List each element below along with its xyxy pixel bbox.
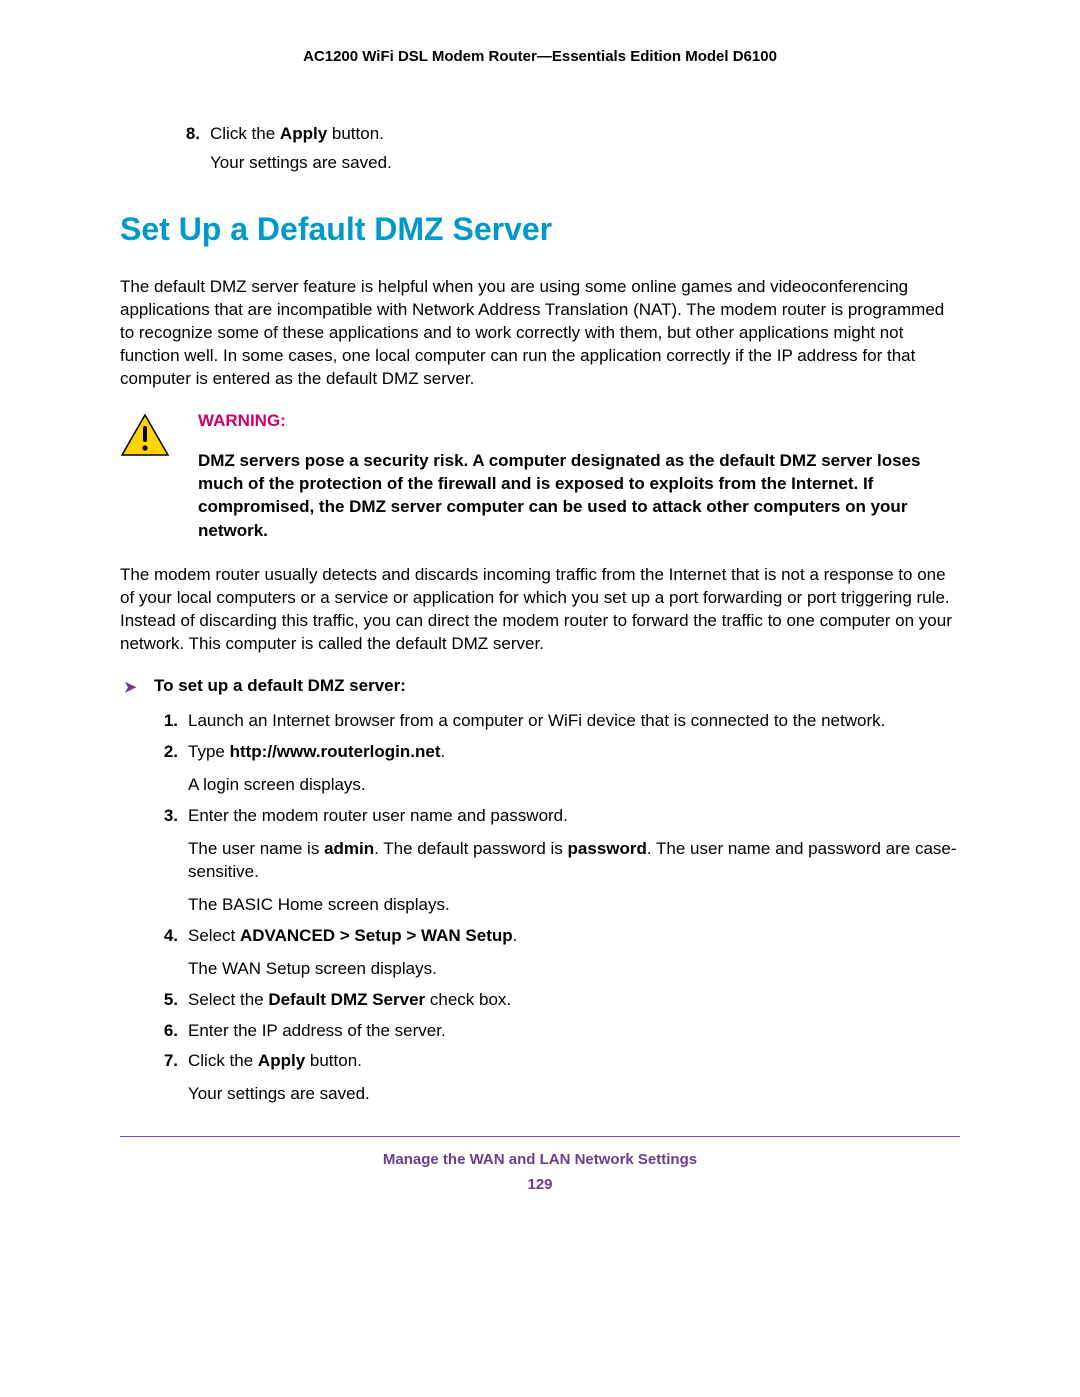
step-result: The WAN Setup screen displays. xyxy=(188,958,960,981)
text: Select the xyxy=(188,990,268,1009)
warning-icon-container xyxy=(120,411,198,543)
procedure-intro: ➤ To set up a default DMZ server: xyxy=(120,676,960,696)
warning-text: DMZ servers pose a security risk. A comp… xyxy=(198,449,960,543)
warning-label: WARNING: xyxy=(198,411,960,431)
step-number: 3. xyxy=(154,805,178,917)
bold-text: http://www.routerlogin.net xyxy=(230,742,441,761)
document-page: AC1200 WiFi DSL Modem Router—Essentials … xyxy=(0,0,1080,1193)
body-paragraph: The modem router usually detects and dis… xyxy=(120,564,960,656)
bold-text: password xyxy=(568,839,647,858)
text: The user name is xyxy=(188,839,324,858)
procedure-title: To set up a default DMZ server: xyxy=(154,676,406,696)
intro-paragraph: The default DMZ server feature is helpfu… xyxy=(120,276,960,391)
prior-step-list: 8. Click the Apply button. Your settings… xyxy=(176,123,960,175)
text: Enter the modem router user name and pas… xyxy=(188,806,568,825)
prior-step-8: 8. Click the Apply button. Your settings… xyxy=(176,123,960,175)
step-number: 2. xyxy=(154,741,178,797)
text: . xyxy=(513,926,518,945)
bold-text: Default DMZ Server xyxy=(268,990,425,1009)
step-result: Your settings are saved. xyxy=(188,1083,960,1106)
step-number: 6. xyxy=(154,1020,178,1043)
text: Click the xyxy=(188,1051,258,1070)
step-body: Select ADVANCED > Setup > WAN Setup. The… xyxy=(188,925,960,981)
step-body: Type http://www.routerlogin.net. A login… xyxy=(188,741,960,797)
step-body: Enter the modem router user name and pas… xyxy=(188,805,960,917)
text: button. xyxy=(327,124,384,143)
warning-content: WARNING: DMZ servers pose a security ris… xyxy=(198,411,960,543)
procedure-steps: 1. Launch an Internet browser from a com… xyxy=(154,710,960,1106)
step-body: Select the Default DMZ Server check box. xyxy=(188,989,960,1012)
step-result: A login screen displays. xyxy=(188,774,960,797)
text: button. xyxy=(305,1051,362,1070)
warning-triangle-icon xyxy=(120,413,170,457)
arrow-bullet-icon: ➤ xyxy=(120,676,154,696)
step-detail: The user name is admin. The default pass… xyxy=(188,838,960,884)
step-number: 5. xyxy=(154,989,178,1012)
footer-page-number: 129 xyxy=(120,1176,960,1193)
section-heading: Set Up a Default DMZ Server xyxy=(120,211,960,248)
step-3: 3. Enter the modem router user name and … xyxy=(154,805,960,917)
step-body: Click the Apply button. Your settings ar… xyxy=(188,1050,960,1106)
step-6: 6. Enter the IP address of the server. xyxy=(154,1020,960,1043)
step-number: 4. xyxy=(154,925,178,981)
warning-block: WARNING: DMZ servers pose a security ris… xyxy=(120,411,960,543)
document-header: AC1200 WiFi DSL Modem Router—Essentials … xyxy=(120,48,960,65)
bold-text: admin xyxy=(324,839,374,858)
step-result: The BASIC Home screen displays. xyxy=(188,894,960,917)
step-number: 8. xyxy=(176,123,200,175)
step-result: Your settings are saved. xyxy=(210,152,960,175)
text: . xyxy=(441,742,446,761)
footer-divider xyxy=(120,1136,960,1137)
step-body: Enter the IP address of the server. xyxy=(188,1020,960,1043)
footer-chapter-title: Manage the WAN and LAN Network Settings xyxy=(120,1151,960,1168)
bold-text: ADVANCED > Setup > WAN Setup xyxy=(240,926,513,945)
text: check box. xyxy=(425,990,511,1009)
text: Click the xyxy=(210,124,280,143)
bold-text: Apply xyxy=(258,1051,305,1070)
step-number: 7. xyxy=(154,1050,178,1106)
step-body: Launch an Internet browser from a comput… xyxy=(188,710,960,733)
step-7: 7. Click the Apply button. Your settings… xyxy=(154,1050,960,1106)
step-1: 1. Launch an Internet browser from a com… xyxy=(154,710,960,733)
text: . The default password is xyxy=(374,839,567,858)
bold-text: Apply xyxy=(280,124,327,143)
step-2: 2. Type http://www.routerlogin.net. A lo… xyxy=(154,741,960,797)
step-5: 5. Select the Default DMZ Server check b… xyxy=(154,989,960,1012)
step-4: 4. Select ADVANCED > Setup > WAN Setup. … xyxy=(154,925,960,981)
text: Type xyxy=(188,742,230,761)
text: Select xyxy=(188,926,240,945)
step-number: 1. xyxy=(154,710,178,733)
step-body: Click the Apply button. Your settings ar… xyxy=(210,123,960,175)
